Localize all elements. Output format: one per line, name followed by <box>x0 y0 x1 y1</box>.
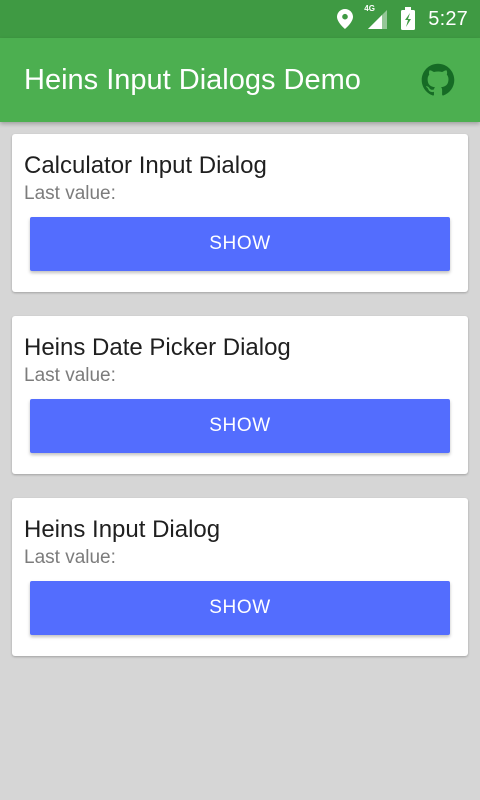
last-value-label: Last value: <box>24 365 116 386</box>
app-bar: Heins Input Dialogs Demo <box>0 38 480 122</box>
clock-time: 5:27 <box>428 8 468 30</box>
show-calculator-dialog-button[interactable]: SHOW <box>30 217 450 271</box>
github-icon <box>421 63 455 96</box>
card-title: Heins Input Dialog <box>24 516 221 543</box>
location-icon <box>336 8 354 30</box>
battery-icon <box>400 7 416 31</box>
github-button[interactable] <box>420 62 456 98</box>
app-title: Heins Input Dialogs Demo <box>24 64 361 96</box>
card-title: Calculator Input Dialog <box>24 152 267 179</box>
show-date-picker-dialog-button[interactable]: SHOW <box>30 399 450 453</box>
input-dialog-card: Heins Input Dialog Last value: SHOW <box>12 498 468 656</box>
date-picker-card: Heins Date Picker Dialog Last value: SHO… <box>12 316 468 474</box>
calculator-input-card: Calculator Input Dialog Last value: SHOW <box>12 134 468 292</box>
network-type-label: 4G <box>364 4 375 13</box>
signal-icon: 4G <box>364 4 388 30</box>
status-icons: 4G 5:27 <box>336 0 468 38</box>
status-bar: 4G 5:27 <box>0 0 480 38</box>
last-value-label: Last value: <box>24 183 116 204</box>
card-title: Heins Date Picker Dialog <box>24 334 291 361</box>
last-value-label: Last value: <box>24 547 116 568</box>
show-input-dialog-button[interactable]: SHOW <box>30 581 450 635</box>
